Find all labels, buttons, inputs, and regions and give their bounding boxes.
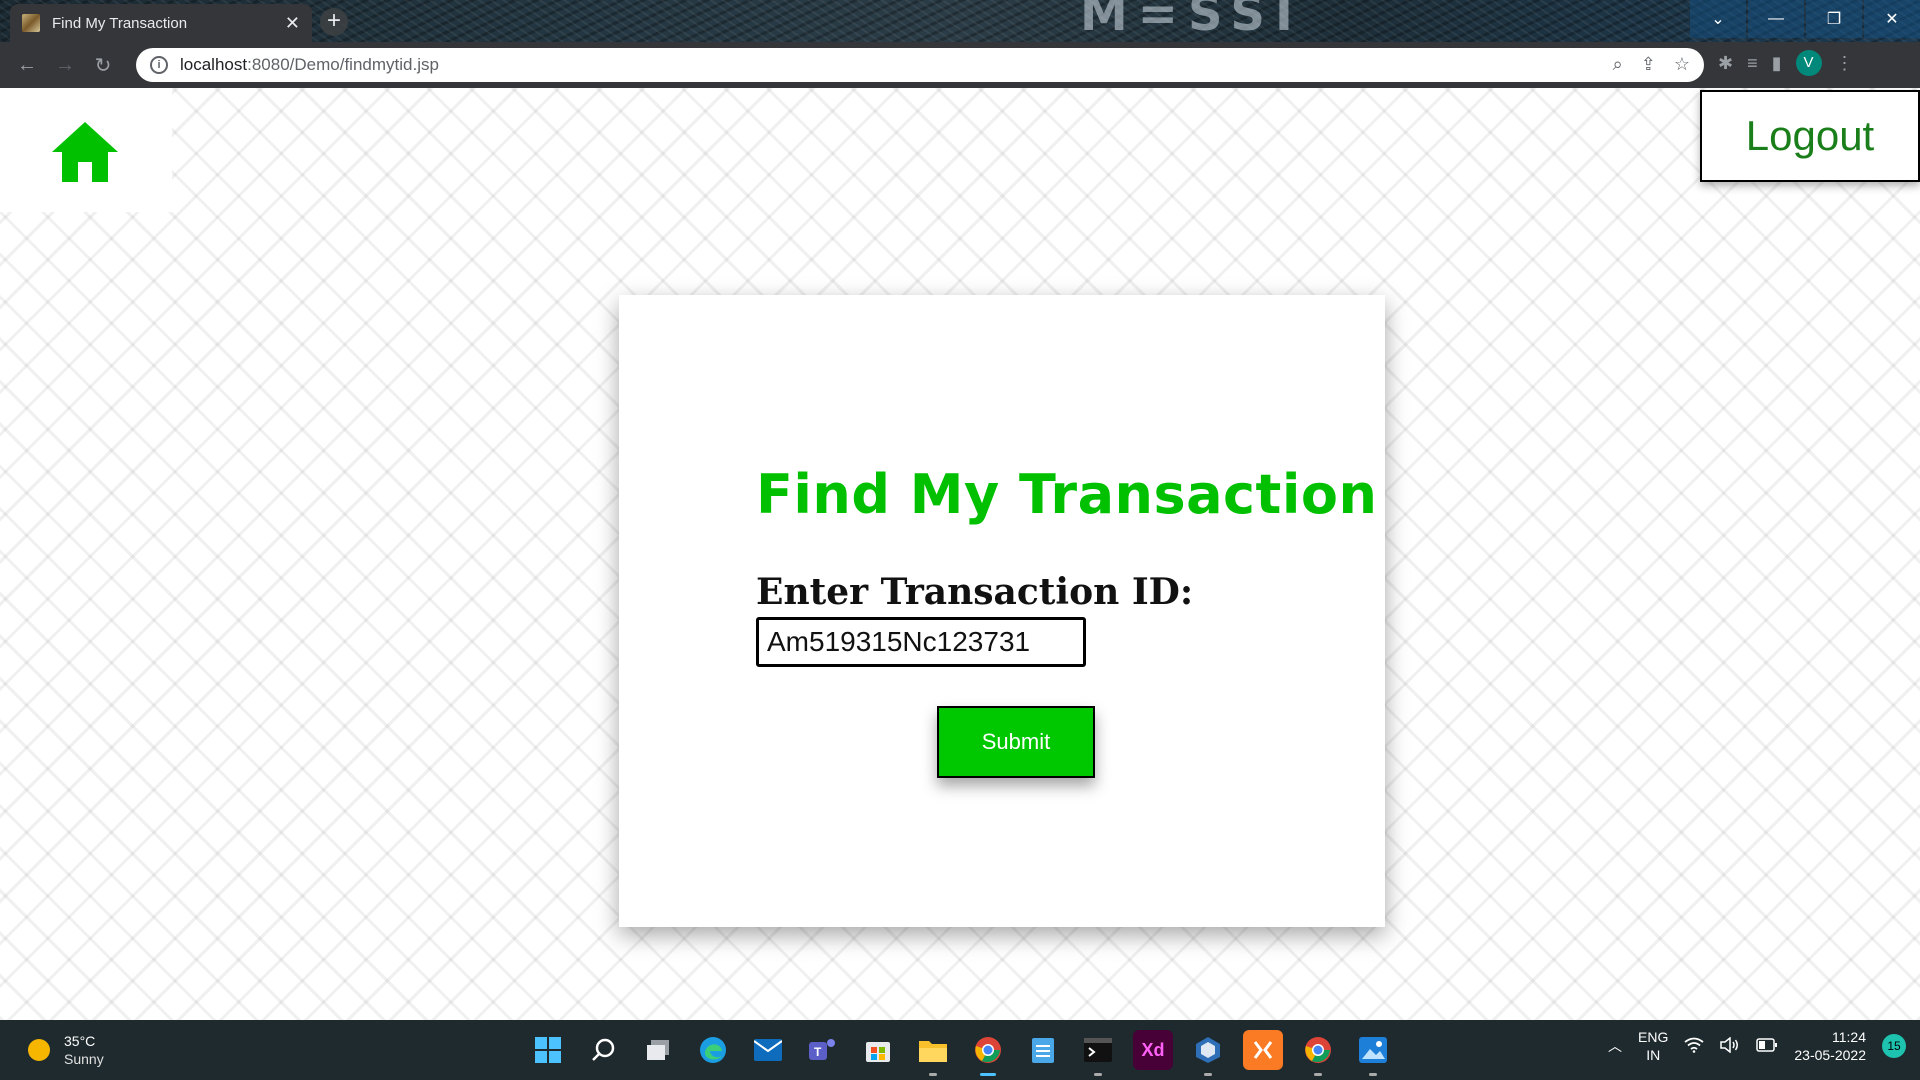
site-info-icon[interactable]: i xyxy=(150,56,168,74)
virtualbox-indicator xyxy=(1204,1073,1212,1076)
back-arrow-icon[interactable]: ← xyxy=(8,46,46,84)
adobe-xd-icon[interactable]: Xd xyxy=(1133,1030,1173,1070)
system-clock[interactable]: 11:24 23-05-2022 xyxy=(1794,1028,1866,1064)
side-panel-icon[interactable]: ▮ xyxy=(1772,53,1782,74)
tab-close-icon[interactable]: ✕ xyxy=(285,13,300,34)
search-icon[interactable] xyxy=(583,1030,623,1070)
chrome-profile-indicator xyxy=(1314,1073,1322,1076)
url-host: localhost xyxy=(180,55,248,74)
share-icon[interactable]: ⇪ xyxy=(1641,54,1656,75)
weather-condition: Sunny xyxy=(64,1051,104,1067)
wifi-icon[interactable] xyxy=(1684,1037,1704,1056)
restore-button[interactable]: ❐ xyxy=(1806,0,1862,38)
xampp-icon[interactable] xyxy=(1243,1030,1283,1070)
taskbar-apps: T Xd xyxy=(528,1030,1393,1076)
photos-indicator xyxy=(1369,1073,1377,1076)
zoom-icon[interactable]: ⌕ xyxy=(1613,54,1623,75)
file-explorer-icon[interactable] xyxy=(913,1030,953,1076)
show-hidden-icons-chevron-icon[interactable]: ︿ xyxy=(1608,1036,1622,1056)
new-tab-button[interactable]: + xyxy=(320,8,348,36)
clock-time: 11:24 xyxy=(1832,1029,1866,1045)
reading-list-icon[interactable]: ≡ xyxy=(1747,53,1758,74)
notification-badge[interactable]: 15 xyxy=(1882,1034,1906,1058)
home-icon[interactable] xyxy=(50,120,120,184)
terminal-icon[interactable] xyxy=(1078,1030,1118,1076)
tab-favicon-icon xyxy=(22,14,40,32)
transaction-id-input[interactable] xyxy=(756,617,1086,667)
battery-icon[interactable] xyxy=(1756,1037,1778,1055)
sun-icon xyxy=(28,1039,50,1061)
transaction-id-label: Enter Transaction ID: xyxy=(756,571,1194,613)
logout-button[interactable]: Logout xyxy=(1700,90,1920,182)
microsoft-store-icon[interactable] xyxy=(858,1030,898,1070)
tab-title: Find My Transaction xyxy=(52,14,188,32)
clock-date: 23-05-2022 xyxy=(1794,1047,1866,1063)
submit-button[interactable]: Submit xyxy=(937,706,1095,778)
teams-icon[interactable]: T xyxy=(803,1030,843,1070)
svg-text:T: T xyxy=(814,1045,822,1059)
virtualbox-icon[interactable] xyxy=(1188,1030,1228,1076)
url-path: :8080/Demo/findmytid.jsp xyxy=(247,55,439,74)
close-window-button[interactable]: ✕ xyxy=(1864,0,1920,38)
page-title: Find My Transaction xyxy=(756,463,1378,526)
input-language[interactable]: ENG IN xyxy=(1638,1028,1668,1064)
edge-browser-icon[interactable] xyxy=(693,1030,733,1070)
task-view-icon[interactable] xyxy=(638,1030,678,1070)
forward-arrow-icon[interactable]: → xyxy=(46,46,84,84)
home-panel xyxy=(0,88,172,212)
profile-avatar[interactable]: V xyxy=(1795,50,1822,76)
browser-titlebar: M=SSI Find My Transaction ✕ + ⌄ — ❐ ✕ xyxy=(0,0,1920,42)
tab-search-icon[interactable]: ⌄ xyxy=(1690,0,1746,38)
extensions-puzzle-icon[interactable]: ✱ xyxy=(1718,53,1733,74)
terminal-indicator xyxy=(1094,1073,1102,1076)
chrome-active-indicator xyxy=(980,1073,996,1076)
volume-icon[interactable] xyxy=(1720,1035,1740,1056)
photos-icon[interactable] xyxy=(1353,1030,1393,1076)
language-code: ENG xyxy=(1638,1029,1669,1045)
chrome-profile-icon[interactable] xyxy=(1298,1030,1338,1076)
browser-tab-active[interactable]: Find My Transaction ✕ xyxy=(10,4,312,42)
notepad-icon[interactable] xyxy=(1023,1030,1063,1070)
mail-icon[interactable] xyxy=(748,1030,788,1070)
weather-widget[interactable]: 35°C Sunny xyxy=(28,1032,104,1068)
find-transaction-card: Find My Transaction Enter Transaction ID… xyxy=(619,295,1385,927)
address-bar[interactable]: i localhost :8080/Demo/findmytid.jsp ⌕ ⇪… xyxy=(136,48,1704,82)
window-brand-text: M=SSI xyxy=(1080,0,1303,42)
windows-taskbar: 35°C Sunny T Xd ︿ ENG IN 11:24 23-05-202… xyxy=(0,1020,1920,1080)
browser-toolbar: ← → ↻ i localhost :8080/Demo/findmytid.j… xyxy=(0,42,1920,88)
language-region: IN xyxy=(1646,1047,1661,1063)
minimize-button[interactable]: — xyxy=(1748,0,1804,38)
browser-menu-icon[interactable]: ⋮ xyxy=(1836,53,1854,74)
system-tray: ︿ ENG IN 11:24 23-05-2022 15 xyxy=(1608,1028,1906,1064)
bookmark-star-icon[interactable]: ☆ xyxy=(1674,54,1690,75)
weather-temperature: 35°C xyxy=(64,1033,96,1049)
windows-start-icon[interactable] xyxy=(528,1030,568,1070)
reload-icon[interactable]: ↻ xyxy=(84,46,122,84)
page-content: Logout Find My Transaction Enter Transac… xyxy=(0,88,1920,1020)
chrome-icon[interactable] xyxy=(968,1030,1008,1076)
file-explorer-indicator xyxy=(929,1073,937,1076)
